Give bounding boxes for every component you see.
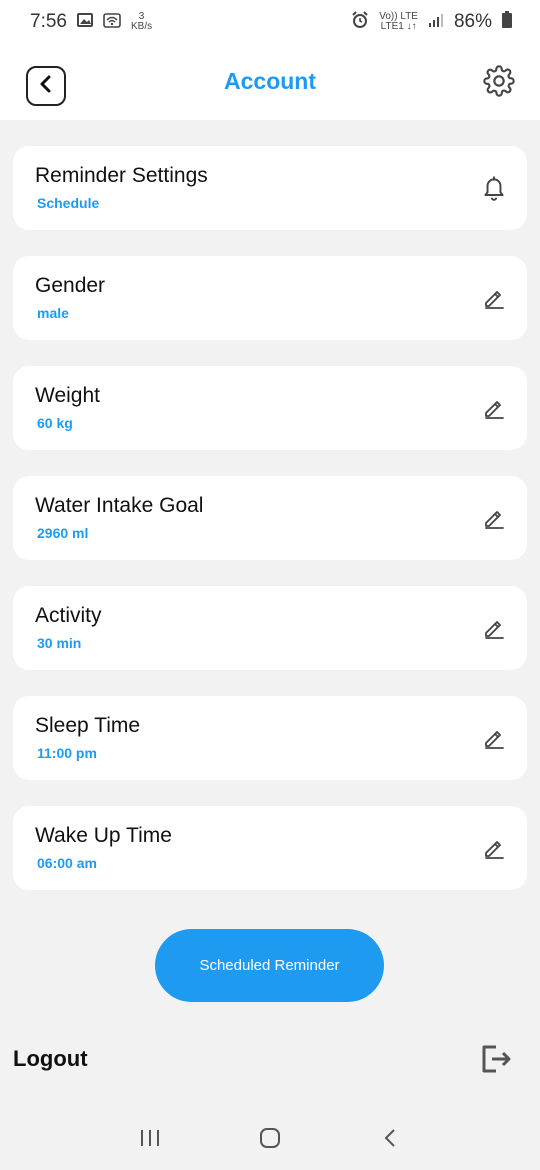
status-right: Vo)) LTE LTE1 ↓↑ 86% bbox=[351, 10, 512, 34]
pencil-icon[interactable] bbox=[481, 724, 507, 752]
network-type: Vo)) LTE LTE1 ↓↑ bbox=[379, 12, 418, 32]
status-time: 7:56 bbox=[30, 11, 67, 32]
card-title: Water Intake Goal bbox=[35, 494, 204, 517]
gear-icon bbox=[483, 64, 515, 102]
card-water-intake-goal[interactable]: Water Intake Goal 2960 ml bbox=[13, 476, 527, 560]
settings-list: Reminder Settings Schedule Gender male W… bbox=[13, 146, 527, 916]
battery-icon bbox=[502, 10, 512, 34]
card-value: 60 kg bbox=[37, 415, 73, 431]
card-title: Sleep Time bbox=[35, 714, 141, 737]
card-activity[interactable]: Activity 30 min bbox=[13, 586, 527, 670]
card-gender[interactable]: Gender male bbox=[13, 256, 527, 340]
system-nav-bar bbox=[0, 1110, 540, 1170]
card-title: Gender bbox=[35, 274, 106, 297]
card-sleep-time[interactable]: Sleep Time 11:00 pm bbox=[13, 696, 527, 780]
card-value: male bbox=[37, 305, 69, 321]
pencil-icon[interactable] bbox=[481, 284, 507, 312]
card-title: Activity bbox=[35, 604, 102, 627]
card-value: Schedule bbox=[37, 195, 100, 211]
scheduled-reminder-button[interactable]: Scheduled Reminder bbox=[155, 929, 384, 1002]
back-nav-button[interactable] bbox=[370, 1120, 410, 1160]
status-bar: 7:56 3 KB/s Vo)) LTE LTE1 ↓↑ 86% bbox=[0, 0, 540, 44]
card-weight[interactable]: Weight 60 kg bbox=[13, 366, 527, 450]
alarm-icon bbox=[351, 11, 369, 33]
page-title: Account bbox=[224, 68, 316, 94]
recent-apps-button[interactable] bbox=[130, 1120, 170, 1160]
recent-apps-icon bbox=[139, 1128, 161, 1153]
wifi-icon bbox=[103, 12, 121, 32]
card-title: Reminder Settings bbox=[35, 164, 208, 187]
back-nav-icon bbox=[382, 1127, 398, 1154]
pencil-icon[interactable] bbox=[481, 834, 507, 862]
network-type-bottom: LTE1 ↓↑ bbox=[380, 21, 417, 32]
card-value: 06:00 am bbox=[37, 855, 97, 871]
battery-percent: 86% bbox=[453, 11, 492, 32]
header: Account bbox=[0, 44, 540, 120]
network-speed-unit: KB/s bbox=[130, 21, 153, 32]
card-wake-up-time[interactable]: Wake Up Time 06:00 am bbox=[13, 806, 527, 890]
logout-row[interactable]: Logout bbox=[0, 1036, 540, 1082]
image-notification-icon bbox=[76, 13, 93, 31]
pencil-icon[interactable] bbox=[481, 394, 507, 422]
logout-icon[interactable] bbox=[480, 1043, 514, 1075]
card-value: 11:00 pm bbox=[37, 745, 97, 761]
card-value: 30 min bbox=[37, 635, 82, 651]
home-button[interactable] bbox=[250, 1120, 290, 1160]
pencil-icon[interactable] bbox=[481, 614, 507, 642]
settings-button[interactable] bbox=[482, 64, 516, 102]
bell-icon[interactable] bbox=[481, 174, 507, 202]
card-title: Weight bbox=[35, 384, 100, 407]
card-title: Wake Up Time bbox=[35, 824, 172, 847]
home-icon bbox=[258, 1126, 282, 1155]
network-speed: 3 KB/s bbox=[131, 12, 152, 32]
card-reminder-settings[interactable]: Reminder Settings Schedule bbox=[13, 146, 527, 230]
logout-label: Logout bbox=[13, 1046, 88, 1071]
status-left: 7:56 3 KB/s bbox=[30, 11, 152, 33]
signal-icon bbox=[428, 11, 444, 33]
pencil-icon[interactable] bbox=[481, 504, 507, 532]
card-value: 2960 ml bbox=[37, 525, 89, 541]
